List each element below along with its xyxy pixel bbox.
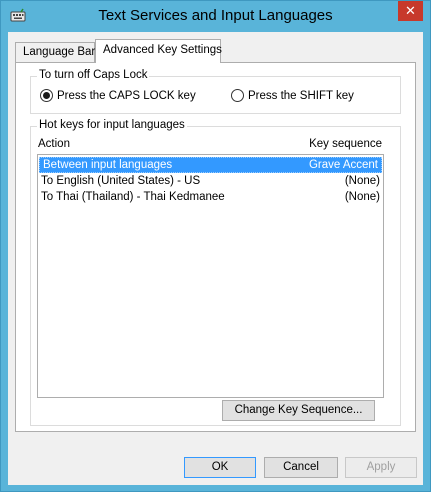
hotkeys-legend: Hot keys for input languages — [37, 119, 187, 131]
caps-lock-group: To turn off Caps Lock Press the CAPS LOC… — [30, 69, 401, 114]
list-item-key: Grave Accent — [308, 159, 378, 171]
ok-button[interactable]: OK — [184, 457, 256, 478]
dialog-client-area: Language Bar Advanced Key Settings To tu… — [8, 32, 423, 485]
list-item-key: (None) — [344, 175, 380, 187]
hotkeys-group: Hot keys for input languages Action Key … — [30, 119, 401, 426]
change-key-sequence-button[interactable]: Change Key Sequence... — [222, 400, 375, 421]
radio-shift-key[interactable]: Press the SHIFT key — [231, 89, 354, 102]
radio-shift-label: Press the SHIFT key — [248, 89, 354, 102]
caps-lock-legend: To turn off Caps Lock — [37, 69, 150, 81]
close-button[interactable]: ✕ — [398, 1, 423, 21]
close-icon: ✕ — [405, 3, 416, 18]
radio-caps-lock-label: Press the CAPS LOCK key — [57, 89, 196, 102]
cancel-button[interactable]: Cancel — [264, 457, 338, 478]
dialog-window: Text Services and Input Languages ✕ Lang… — [0, 0, 431, 492]
list-item-action: To Thai (Thailand) - Thai Kedmanee — [41, 191, 225, 203]
apply-button[interactable]: Apply — [345, 457, 417, 478]
list-item-action: To English (United States) - US — [41, 175, 201, 187]
radio-button-unchecked[interactable] — [231, 89, 244, 102]
window-title: Text Services and Input Languages — [98, 7, 333, 24]
tab-language-bar[interactable]: Language Bar — [15, 42, 95, 62]
column-header-action: Action — [38, 138, 70, 150]
list-item[interactable]: Between input languages Grave Accent — [39, 157, 382, 173]
list-item[interactable]: To Thai (Thailand) - Thai Kedmanee (None… — [38, 189, 383, 205]
radio-caps-lock-key[interactable]: Press the CAPS LOCK key — [40, 89, 196, 102]
tab-advanced-key-settings[interactable]: Advanced Key Settings — [95, 39, 222, 63]
radio-button-checked[interactable] — [40, 89, 53, 102]
column-header-key-sequence: Key sequence — [309, 138, 382, 150]
title-bar[interactable]: Text Services and Input Languages ✕ — [1, 1, 430, 32]
tab-panel-advanced-key-settings: To turn off Caps Lock Press the CAPS LOC… — [15, 62, 416, 432]
list-item[interactable]: To English (United States) - US (None) — [38, 173, 383, 189]
list-item-action: Between input languages — [43, 159, 173, 171]
list-item-key: (None) — [344, 191, 380, 203]
hotkeys-list[interactable]: Between input languages Grave Accent To … — [37, 154, 384, 398]
